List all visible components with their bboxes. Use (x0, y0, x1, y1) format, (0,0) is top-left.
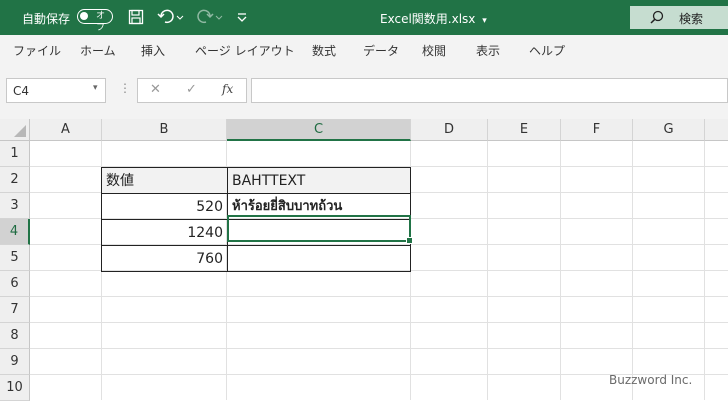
watermark: Buzzword Inc. (609, 373, 693, 387)
tab-insert[interactable]: 挿入 (141, 42, 165, 59)
row-header-9[interactable]: 9 (0, 349, 30, 375)
tab-data[interactable]: データ (363, 42, 399, 59)
active-cell-selection (227, 215, 413, 244)
autosave-label: 自動保存 (22, 12, 71, 26)
autosave-toggle[interactable]: オフ (77, 9, 113, 33)
formula-bar-splitter[interactable]: ⋮ (119, 81, 131, 95)
column-header-b[interactable]: B (102, 119, 227, 141)
gridline (30, 348, 728, 349)
cell-c2[interactable]: BAHTTEXT (227, 167, 411, 194)
column-header-f[interactable]: F (561, 119, 633, 141)
ribbon-tab-bar: ファイル ホーム 挿入 ページ レイアウト 数式 データ 校閲 表示 ヘルプ (0, 35, 728, 67)
document-title[interactable]: Excel関数用.xlsx ▾ (380, 10, 487, 27)
chevron-down-icon: ▾ (482, 16, 487, 26)
row-header-4[interactable]: 4 (0, 219, 30, 245)
row-header-8[interactable]: 8 (0, 323, 30, 349)
save-button[interactable] (126, 8, 146, 26)
autosave-state: オフ (96, 11, 106, 33)
toggle-knob (80, 12, 88, 20)
row-header-2[interactable]: 2 (0, 167, 30, 193)
name-box[interactable]: C4 ▾ (6, 78, 106, 103)
customize-quick-access-button[interactable] (235, 8, 249, 26)
redo-button[interactable] (195, 8, 225, 26)
select-all-button[interactable] (0, 119, 30, 141)
row-header-10[interactable]: 10 (0, 375, 30, 401)
column-header-g[interactable]: G (633, 119, 705, 141)
row-header-1[interactable]: 1 (0, 141, 30, 167)
formula-bar: C4 ▾ ⋮ ✕ ✓ fx (0, 66, 728, 119)
filename-text: Excel関数用.xlsx (380, 12, 476, 26)
tab-formulas[interactable]: 数式 (312, 42, 336, 59)
select-all-icon (14, 125, 26, 137)
column-header-e[interactable]: E (488, 119, 561, 141)
cell-c5[interactable] (227, 245, 411, 272)
worksheet-grid[interactable]: A B C D E F G 1 2 3 4 5 6 7 8 9 10 数値 BA… (0, 119, 728, 401)
name-box-value: C4 (13, 84, 30, 98)
formula-buttons: ✕ ✓ fx (137, 78, 247, 103)
enter-icon[interactable]: ✓ (186, 82, 197, 97)
insert-function-icon[interactable]: fx (222, 82, 233, 96)
column-header-h[interactable] (705, 119, 728, 141)
tab-review[interactable]: 校閲 (422, 42, 446, 59)
undo-icon (157, 9, 184, 24)
column-header-a[interactable]: A (30, 119, 102, 141)
tab-file[interactable]: ファイル (13, 42, 61, 59)
row-header-3[interactable]: 3 (0, 193, 30, 219)
column-header-d[interactable]: D (411, 119, 488, 141)
cell-b5[interactable]: 760 (101, 245, 228, 272)
tab-view[interactable]: 表示 (476, 42, 500, 59)
tab-help[interactable]: ヘルプ (529, 42, 565, 59)
tab-page-layout[interactable]: ページ レイアウト (195, 42, 295, 59)
row-header-5[interactable]: 5 (0, 245, 30, 271)
fill-handle[interactable] (406, 237, 413, 244)
title-bar: 自動保存 オフ Excel関数用.xlsx ▾ 検索 (0, 0, 728, 35)
cell-b4[interactable]: 1240 (101, 219, 228, 246)
search-label: 検索 (679, 12, 704, 26)
column-header-c[interactable]: C (227, 119, 411, 141)
cell-b2[interactable]: 数値 (101, 167, 228, 194)
tab-home[interactable]: ホーム (80, 42, 116, 59)
customize-icon (237, 13, 247, 22)
row-header-6[interactable]: 6 (0, 271, 30, 297)
cancel-icon[interactable]: ✕ (150, 82, 161, 97)
row-header-7[interactable]: 7 (0, 297, 30, 323)
undo-button[interactable] (156, 8, 186, 26)
redo-icon (197, 9, 223, 24)
gridline (30, 296, 728, 297)
save-icon (128, 9, 144, 25)
search-icon (650, 10, 664, 24)
chevron-down-icon[interactable]: ▾ (93, 83, 98, 93)
cell-b3[interactable]: 520 (101, 193, 228, 220)
gridline (30, 322, 728, 323)
formula-input[interactable] (251, 78, 728, 103)
search-box[interactable]: 検索 (630, 6, 728, 29)
